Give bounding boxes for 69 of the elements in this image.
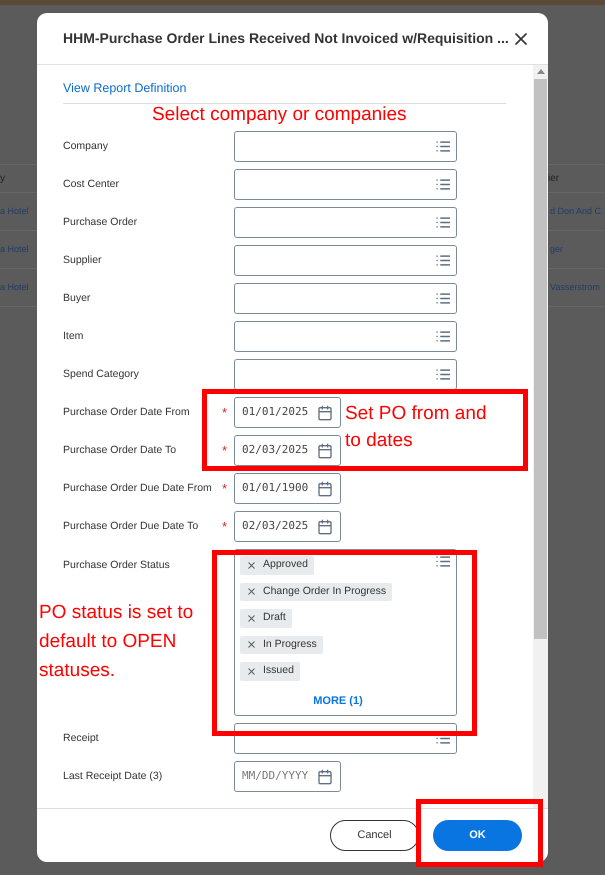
date-value: 02/03/2025 (242, 518, 308, 534)
date-value: 02/03/2025 (242, 442, 308, 458)
field-label: Purchase Order Date To (63, 442, 178, 458)
date-placeholder: MM/DD/YYYY (242, 768, 308, 784)
field-label: Spend Category (63, 366, 140, 382)
list-icon (436, 255, 450, 266)
remove-icon[interactable] (246, 586, 257, 598)
required-mark: * (222, 404, 228, 422)
remove-icon[interactable] (246, 639, 257, 650)
field-label: Purchase Order Due Date To (63, 518, 200, 534)
lookup-field[interactable] (234, 283, 457, 314)
date-value: 01/01/1900 (242, 480, 308, 496)
date-field[interactable]: 01/01/1900 (234, 473, 341, 504)
ok-button[interactable]: OK (433, 820, 522, 851)
calendar-icon (317, 518, 333, 534)
field-label: Item (63, 328, 84, 344)
status-chip[interactable]: In Progress (240, 636, 323, 654)
lookup-field[interactable] (234, 245, 457, 276)
list-icon (436, 217, 450, 228)
calendar-icon (317, 404, 333, 420)
cancel-button[interactable]: Cancel (330, 820, 419, 851)
date-field[interactable]: MM/DD/YYYY (234, 761, 341, 792)
field-label: Purchase Order Due Date From (63, 480, 213, 496)
field-label: Cost Center (63, 176, 120, 192)
lookup-field[interactable] (234, 131, 457, 162)
field-label: Company (63, 138, 109, 154)
annotation-note: Select company or companies (152, 103, 407, 127)
multiselect-field[interactable]: Approved Change Order In Progress Draft In Progress Issued MORE (1) (234, 549, 457, 716)
dialog-title: HHM-Purchase Order Lines Received Not Invoiced w/Requisition ... (63, 29, 509, 48)
date-field[interactable]: 02/03/2025 (234, 511, 341, 542)
list-icon (436, 556, 450, 567)
field-label: Supplier (63, 252, 103, 268)
lookup-field[interactable] (234, 169, 457, 200)
required-mark: * (222, 480, 228, 498)
scrollbar[interactable] (533, 65, 548, 808)
list-icon (436, 293, 450, 304)
field-label: Receipt (63, 730, 100, 746)
calendar-icon (317, 768, 333, 784)
date-value: 01/01/2025 (242, 404, 308, 420)
report-definition-link[interactable]: View Report Definition (63, 79, 506, 99)
field-label: Purchase Order Status (63, 558, 171, 573)
list-icon (436, 369, 450, 380)
date-field[interactable]: 02/03/2025 (234, 435, 341, 466)
lookup-field[interactable] (234, 207, 457, 238)
status-chip[interactable]: Issued (240, 662, 300, 680)
calendar-icon (317, 480, 333, 496)
field-label: Purchase Order Date From (63, 404, 191, 420)
remove-icon[interactable] (246, 560, 257, 571)
annotation-note: Set PO from and to dates (345, 402, 487, 453)
lookup-field[interactable] (234, 359, 457, 390)
field-label: Purchase Order (63, 214, 138, 230)
status-chip[interactable]: Draft (240, 609, 292, 628)
list-icon (436, 141, 450, 152)
remove-icon[interactable] (246, 612, 257, 624)
required-mark: * (222, 518, 228, 536)
field-label: Buyer (63, 290, 92, 306)
column-header: ier (548, 172, 560, 186)
lookup-field[interactable] (234, 321, 457, 352)
field-label: Last Receipt Date (3) (63, 768, 164, 784)
column-header: y (0, 172, 5, 186)
status-chip[interactable]: Change Order In Progress (240, 582, 392, 601)
more-link[interactable]: MORE (1) (313, 692, 363, 709)
status-chip[interactable]: Approved (240, 556, 314, 574)
required-mark: * (222, 442, 228, 460)
list-icon (436, 331, 450, 342)
list-icon (436, 179, 450, 190)
calendar-icon (317, 442, 333, 458)
remove-icon[interactable] (246, 666, 257, 677)
date-field[interactable]: 01/01/2025 (234, 397, 341, 428)
